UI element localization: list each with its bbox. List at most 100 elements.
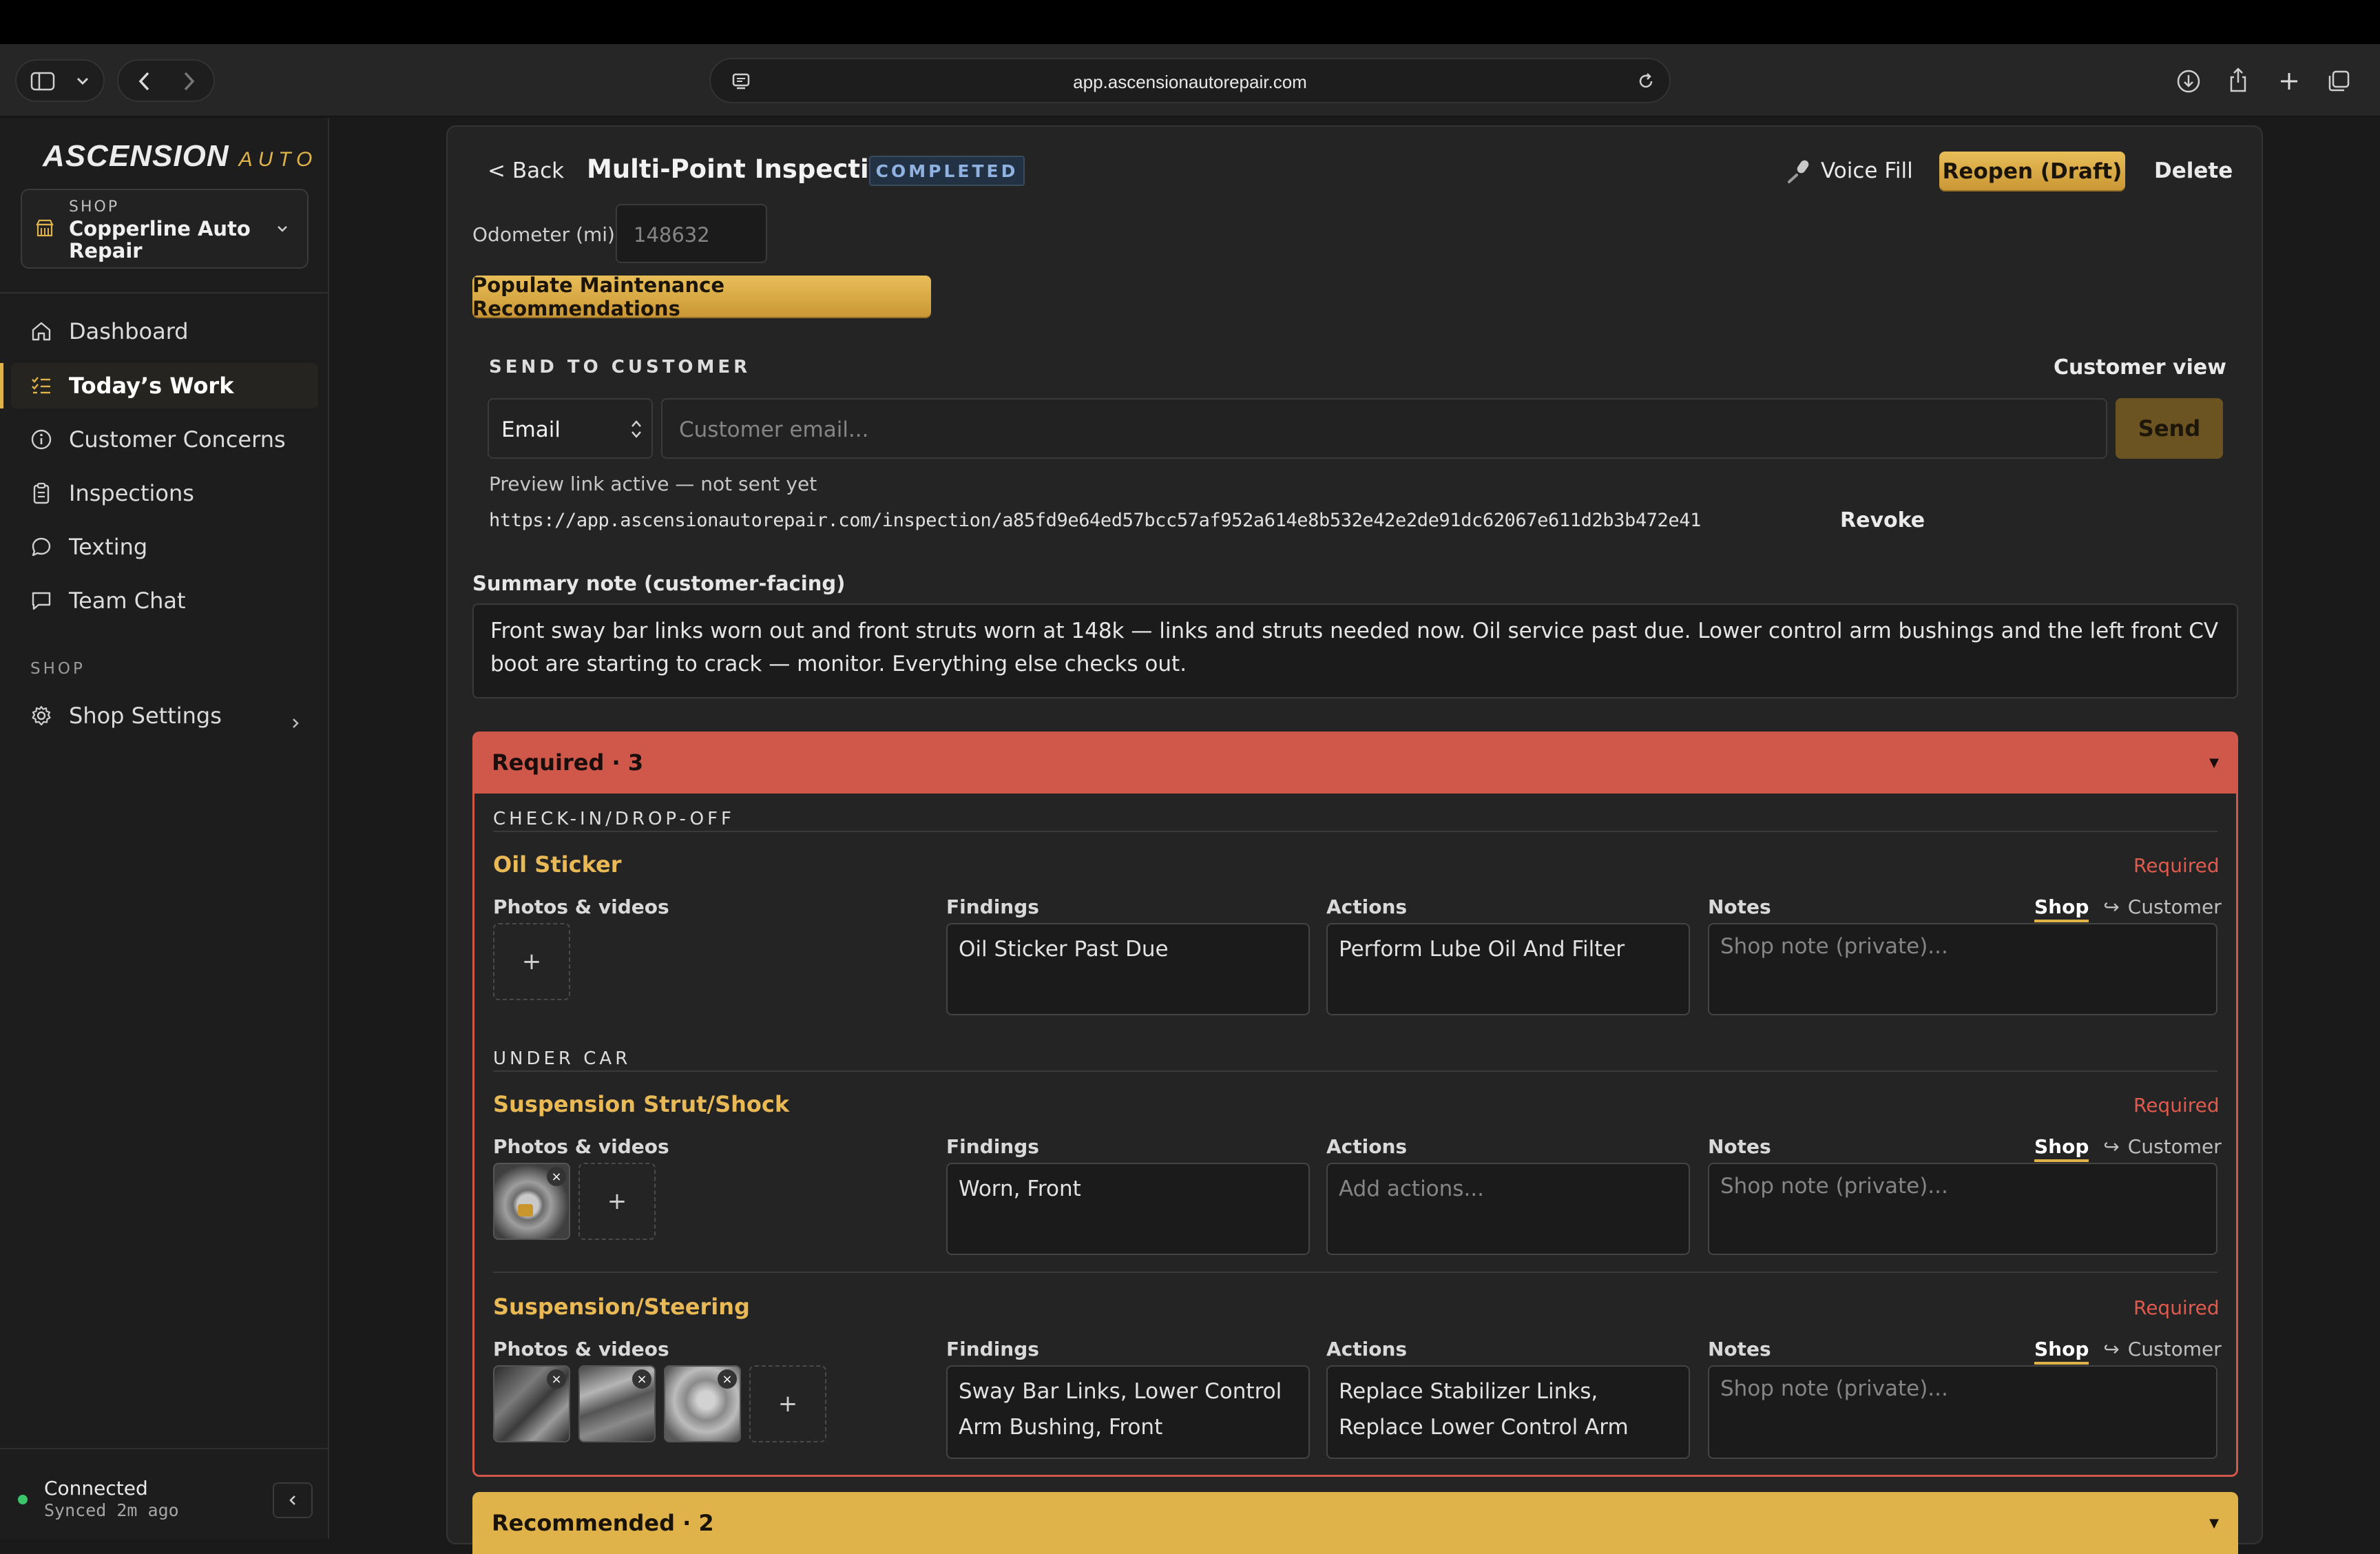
- page-title: Multi-Point Inspection: [587, 154, 905, 184]
- sidebar-item-inspections[interactable]: Inspections: [11, 470, 318, 516]
- back-link[interactable]: < Back: [488, 158, 564, 183]
- photo-thumbnail[interactable]: ×: [664, 1365, 741, 1442]
- sidebar-divider: [0, 1448, 329, 1449]
- summary-note-textarea[interactable]: Front sway bar links worn out and front …: [472, 603, 2238, 698]
- revoke-link-button[interactable]: Revoke: [1840, 508, 1925, 532]
- chevron-down-icon[interactable]: [72, 72, 94, 91]
- download-icon[interactable]: [2175, 68, 2202, 95]
- message-bubble-icon: [29, 535, 54, 559]
- logo-main-text: ASCENSION: [43, 139, 229, 173]
- remove-photo-icon[interactable]: ×: [632, 1369, 651, 1389]
- actions-field[interactable]: Perform Lube Oil And Filter: [1326, 923, 1690, 1015]
- add-photo-button[interactable]: +: [749, 1365, 826, 1442]
- actions-header: Actions: [1326, 1338, 1408, 1360]
- findings-header: Findings: [946, 895, 1039, 918]
- sync-status: Synced 2m ago: [44, 1500, 179, 1520]
- delete-button[interactable]: Delete: [2154, 158, 2233, 183]
- group-heading: CHECK-IN/DROP-OFF: [493, 809, 735, 829]
- remove-photo-icon[interactable]: ×: [718, 1369, 737, 1389]
- sidebar-item-customer-concerns[interactable]: Customer Concerns: [11, 417, 318, 462]
- odometer-value: 148632: [634, 223, 710, 247]
- shop-switcher[interactable]: SHOP Copperline Auto Repair: [21, 189, 309, 269]
- add-photo-button[interactable]: +: [493, 923, 570, 1000]
- toggle-customer[interactable]: Customer: [2128, 1338, 2222, 1360]
- toggle-customer[interactable]: Customer: [2128, 1135, 2222, 1158]
- notes-visibility-toggle[interactable]: Shop ↪ Customer: [2034, 1338, 2222, 1365]
- microphone-icon: [1785, 157, 1813, 185]
- send-method-value: Email: [501, 417, 561, 442]
- populate-recommendations-button[interactable]: Populate Maintenance Recommendations: [472, 273, 931, 320]
- required-tag: Required: [2133, 1094, 2220, 1117]
- findings-header: Findings: [946, 1338, 1039, 1360]
- remove-photo-icon[interactable]: ×: [547, 1369, 566, 1389]
- findings-field[interactable]: Oil Sticker Past Due: [946, 923, 1310, 1015]
- back-arrow-icon[interactable]: [131, 69, 158, 94]
- photo-thumbnail[interactable]: ×: [493, 1163, 570, 1240]
- address-bar[interactable]: app.ascensionautorepair.com: [709, 58, 1671, 103]
- collapse-sidebar-button[interactable]: [273, 1482, 313, 1518]
- toggle-customer[interactable]: Customer: [2128, 895, 2222, 918]
- notes-visibility-toggle[interactable]: Shop ↪ Customer: [2034, 895, 2222, 922]
- findings-field[interactable]: Sway Bar Links, Lower Control Arm Bushin…: [946, 1365, 1310, 1459]
- toggle-shop[interactable]: Shop: [2034, 1135, 2089, 1162]
- caret-down-icon: ▼: [2209, 1515, 2219, 1531]
- reopen-draft-button[interactable]: Reopen (Draft): [1939, 152, 2125, 191]
- active-nav-indicator: [0, 363, 3, 408]
- required-tag: Required: [2133, 1296, 2220, 1319]
- checklist-icon: [29, 373, 54, 398]
- actions-field[interactable]: Replace Stabilizer Links, Replace Lower …: [1326, 1365, 1690, 1459]
- odometer-input[interactable]: 148632: [616, 204, 767, 263]
- url-text[interactable]: app.ascensionautorepair.com: [711, 72, 1669, 93]
- customer-view-link[interactable]: Customer view: [2054, 355, 2226, 380]
- sidebar: ASCENSION AUTO SHOP Copperline Auto Repai…: [0, 118, 329, 1539]
- send-method-select[interactable]: Email: [488, 398, 653, 459]
- toggle-shop[interactable]: Shop: [2034, 895, 2089, 922]
- sidebar-item-shop-settings[interactable]: Shop Settings: [11, 693, 318, 738]
- sidebar-item-dashboard[interactable]: Dashboard: [11, 309, 318, 354]
- clipboard-icon: [29, 481, 54, 506]
- notes-field[interactable]: Shop note (private)...: [1708, 1163, 2217, 1255]
- chevron-right-icon: [291, 709, 300, 736]
- customer-email-input[interactable]: Customer email...: [661, 398, 2107, 459]
- sidebar-item-todays-work[interactable]: Today’s Work: [11, 363, 318, 408]
- caret-down-icon: ▼: [2209, 755, 2219, 770]
- chevron-left-icon: [289, 1495, 295, 1505]
- notes-field[interactable]: Shop note (private)...: [1708, 923, 2217, 1015]
- preview-link-url[interactable]: https://app.ascensionautorepair.com/insp…: [489, 510, 1701, 531]
- photo-thumbnail[interactable]: ×: [578, 1365, 656, 1442]
- recommended-section-header[interactable]: Recommended · 2 ▼: [472, 1492, 2238, 1554]
- remove-photo-icon[interactable]: ×: [547, 1167, 566, 1186]
- select-arrows-icon: [629, 417, 643, 444]
- app-logo[interactable]: ASCENSION AUTO: [43, 139, 317, 174]
- sidebar-item-texting[interactable]: Texting: [11, 524, 318, 570]
- voice-fill-button[interactable]: Voice Fill: [1821, 158, 1913, 183]
- forward-arrow-icon[interactable]: [175, 69, 202, 94]
- group-divider: [493, 1070, 2217, 1072]
- status-badge: COMPLETED: [869, 156, 1025, 186]
- shop-label: SHOP: [69, 198, 120, 216]
- notes-field[interactable]: Shop note (private)...: [1708, 1365, 2217, 1459]
- sidebar-item-team-chat[interactable]: Team Chat: [11, 578, 318, 623]
- sidebar-toggle-icon[interactable]: [29, 70, 56, 92]
- send-button[interactable]: Send: [2116, 398, 2223, 459]
- recommended-section-label: Recommended · 2: [492, 1510, 714, 1536]
- logo-sub-text: AUTO: [238, 148, 318, 171]
- gear-icon: [29, 703, 54, 728]
- odometer-label: Odometer (mi): [472, 223, 615, 246]
- add-photo-button[interactable]: +: [578, 1163, 656, 1240]
- tab-overview-icon[interactable]: [2325, 68, 2352, 95]
- chat-square-icon: [29, 588, 54, 613]
- sidebar-item-label: Customer Concerns: [69, 426, 286, 453]
- reload-icon[interactable]: [1635, 70, 1657, 92]
- findings-field[interactable]: Worn, Front: [946, 1163, 1310, 1255]
- required-tag: Required: [2133, 854, 2220, 877]
- actions-field[interactable]: Add actions...: [1326, 1163, 1690, 1255]
- sidebar-toggle-group[interactable]: [15, 59, 105, 102]
- new-tab-icon[interactable]: [2275, 68, 2303, 95]
- required-section-header[interactable]: Required · 3 ▼: [472, 732, 2238, 794]
- share-icon[interactable]: [2224, 65, 2252, 95]
- notes-visibility-toggle[interactable]: Shop ↪ Customer: [2034, 1135, 2222, 1162]
- photo-thumbnail[interactable]: ×: [493, 1365, 570, 1442]
- sidebar-divider: [0, 292, 329, 293]
- toggle-shop[interactable]: Shop: [2034, 1338, 2089, 1365]
